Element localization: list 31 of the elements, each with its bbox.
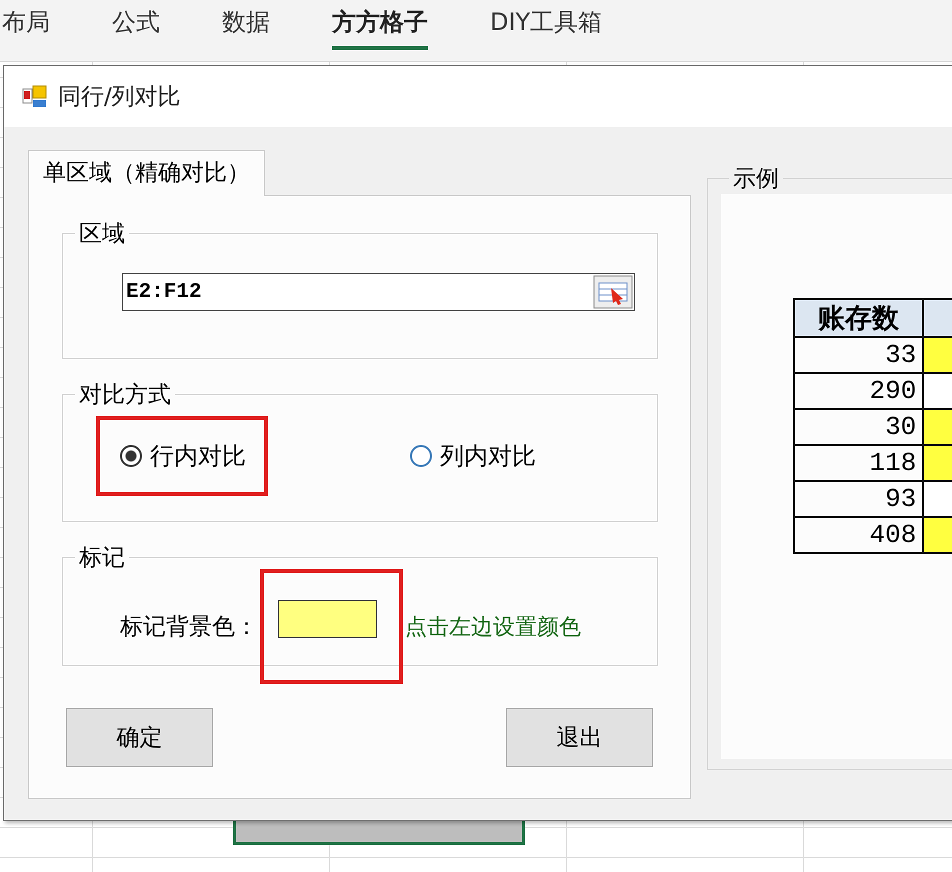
table-header: 账存数 xyxy=(794,299,924,337)
window-title: 同行/列对比 xyxy=(58,83,181,112)
table-cell: 118 xyxy=(794,445,924,481)
radio-label[interactable]: 行内对比 xyxy=(150,440,246,472)
exit-button[interactable]: 退出 xyxy=(506,708,653,767)
dialog-tab[interactable]: 单区域（精确对比） xyxy=(28,150,265,196)
app-icon xyxy=(22,84,48,108)
color-swatch[interactable] xyxy=(278,600,377,638)
radio-button[interactable] xyxy=(410,445,432,467)
group-label: 对比方式 xyxy=(78,381,172,410)
ribbon-tab[interactable]: DIY工具箱 xyxy=(490,0,602,50)
table-header xyxy=(923,299,952,337)
ribbon-tab[interactable]: 数据 xyxy=(222,0,270,50)
hint-text: 点击左边设置颜色 xyxy=(405,614,581,642)
table-cell: 33 xyxy=(794,337,924,373)
radio-button[interactable] xyxy=(120,445,142,467)
table-cell: 290 xyxy=(794,373,924,409)
group-label: 区域 xyxy=(78,220,126,249)
radio-label[interactable]: 列内对比 xyxy=(440,440,536,472)
table-cell: 30 xyxy=(794,409,924,445)
range-picker-icon[interactable] xyxy=(593,275,633,309)
group-label: 示例 xyxy=(732,165,780,194)
ribbon-tab[interactable]: 公式 xyxy=(112,0,160,50)
ribbon-tab[interactable]: 方方格子 xyxy=(332,0,428,50)
range-field[interactable]: E2:F12 xyxy=(122,273,635,311)
table-cell: 408 xyxy=(794,517,924,553)
field-label: 标记背景色： xyxy=(120,613,258,642)
table-cell: 93 xyxy=(794,481,924,517)
ok-button[interactable]: 确定 xyxy=(66,708,213,767)
group-label: 标记 xyxy=(78,544,126,573)
ribbon-tab[interactable]: 布局 xyxy=(2,0,50,50)
